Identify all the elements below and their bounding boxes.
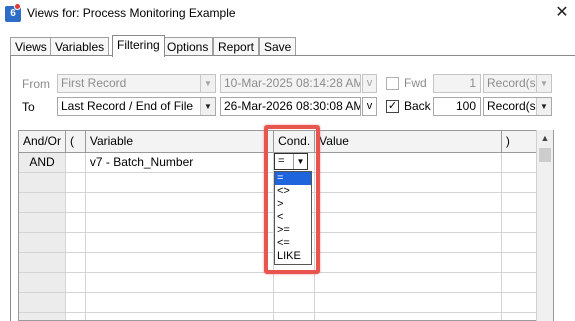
cell-andor[interactable]: AND — [19, 152, 67, 173]
scroll-up-icon[interactable]: ▲ — [537, 130, 553, 147]
app-icon: 6 — [5, 3, 21, 22]
from-datetime-field[interactable]: 10-Mar-2025 08:14:28 AM — [220, 74, 361, 93]
from-record-select[interactable]: First Record ▼ — [57, 74, 216, 93]
cell-open-paren[interactable] — [65, 152, 86, 173]
cell-value[interactable] — [314, 152, 502, 173]
table-row[interactable] — [19, 272, 553, 293]
cell-variable[interactable]: v7 - Batch_Number — [85, 152, 275, 173]
chevron-down-icon: ▼ — [536, 98, 551, 115]
tab-report[interactable]: Report — [213, 37, 260, 56]
title-bar: 6 Views for: Process Monitoring Example … — [0, 0, 575, 28]
table-row[interactable] — [19, 312, 553, 320]
tab-options[interactable]: Options — [162, 37, 214, 56]
to-datetime-field[interactable]: 26-Mar-2026 08:30:08 AM — [220, 97, 361, 116]
close-icon[interactable]: ✕ — [552, 3, 572, 23]
chevron-down-icon: ▼ — [200, 75, 215, 92]
annotation-highlight-box — [264, 125, 320, 274]
tab-filtering[interactable]: Filtering — [112, 35, 165, 57]
header-value[interactable]: Value — [314, 131, 502, 153]
from-count-field[interactable]: 1 — [433, 74, 481, 93]
from-unit-select[interactable]: Record(s) ▼ — [483, 74, 552, 93]
tab-views[interactable]: Views — [10, 37, 52, 56]
from-label: From — [22, 77, 50, 91]
from-datetime-button[interactable]: v — [362, 74, 377, 93]
scroll-thumb[interactable] — [539, 148, 551, 162]
grid-scrollbar[interactable]: ▲ — [536, 130, 553, 321]
header-variable[interactable]: Variable — [85, 131, 275, 153]
to-datetime-button[interactable]: v — [362, 97, 377, 116]
to-count-field[interactable]: 100 — [433, 97, 481, 116]
chevron-down-icon: ▼ — [536, 75, 551, 92]
table-row[interactable] — [19, 292, 553, 313]
to-unit-select[interactable]: Record(s) ▼ — [483, 97, 552, 116]
tab-save[interactable]: Save — [259, 37, 297, 56]
tab-strip: Views Variables Filtering Options Report… — [10, 35, 575, 57]
header-andor[interactable]: And/Or — [19, 131, 67, 153]
chevron-down-icon: ▼ — [200, 98, 215, 115]
tab-variables[interactable]: Variables — [50, 37, 110, 56]
back-label: Back — [404, 99, 431, 113]
to-record-select[interactable]: Last Record / End of File ▼ — [57, 97, 216, 116]
to-label: To — [22, 100, 35, 114]
fwd-checkbox[interactable] — [386, 77, 399, 90]
fwd-label: Fwd — [404, 76, 427, 90]
back-checkbox[interactable]: ✓ — [386, 100, 399, 113]
window-title: Views for: Process Monitoring Example — [27, 6, 236, 20]
header-open-paren[interactable]: ( — [65, 131, 86, 153]
